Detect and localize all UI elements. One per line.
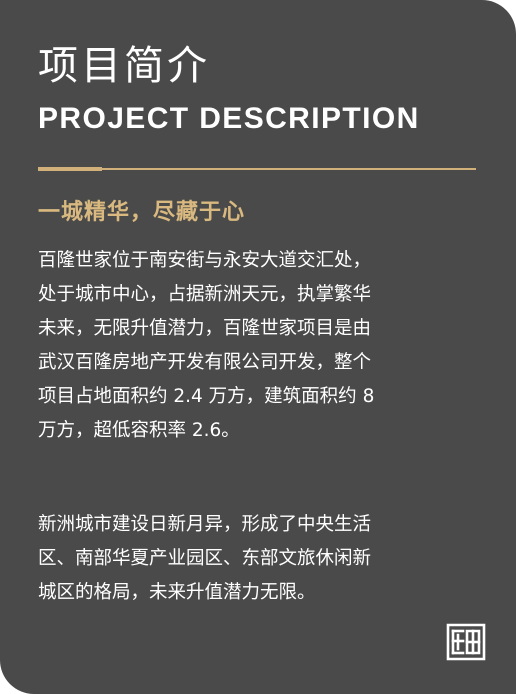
seal-logo-icon	[446, 623, 486, 661]
description-paragraph-1: 百隆世家位于南安街与永安大道交汇处， 处于城市中心，占据新洲天元，执掌繁华 未来…	[38, 244, 480, 448]
paragraph-line: 项目占地面积约 2.4 万方，建筑面积约 8	[38, 386, 375, 407]
paragraph-line: 处于城市中心，占据新洲天元，执掌繁华	[38, 284, 372, 305]
paragraph-line: 城区的格局，未来升值潜力无限。	[38, 582, 316, 603]
paragraph-line: 新洲城市建设日新月异，形成了中央生活	[38, 514, 372, 535]
paragraph-line: 百隆世家位于南安街与永安大道交汇处，	[38, 250, 372, 271]
paragraph-line: 万方，超低容积率 2.6。	[38, 420, 240, 441]
paragraph-line: 武汉百隆房地产开发有限公司开发，整个	[38, 352, 372, 373]
paragraph-line: 未来，无限升值潜力，百隆世家项目是由	[38, 318, 372, 339]
project-description-card: 项目简介 PROJECT DESCRIPTION 一城精华，尽藏于心 百隆世家位…	[0, 0, 516, 694]
page-subtitle: PROJECT DESCRIPTION	[38, 102, 420, 135]
gold-divider	[38, 167, 476, 171]
paragraph-line: 区、南部华夏产业园区、东部文旅休闲新	[38, 548, 372, 569]
slogan-heading: 一城精华，尽藏于心	[38, 200, 246, 225]
description-paragraph-2: 新洲城市建设日新月异，形成了中央生活 区、南部华夏产业园区、东部文旅休闲新 城区…	[38, 508, 480, 610]
page-title: 项目简介	[38, 43, 210, 89]
